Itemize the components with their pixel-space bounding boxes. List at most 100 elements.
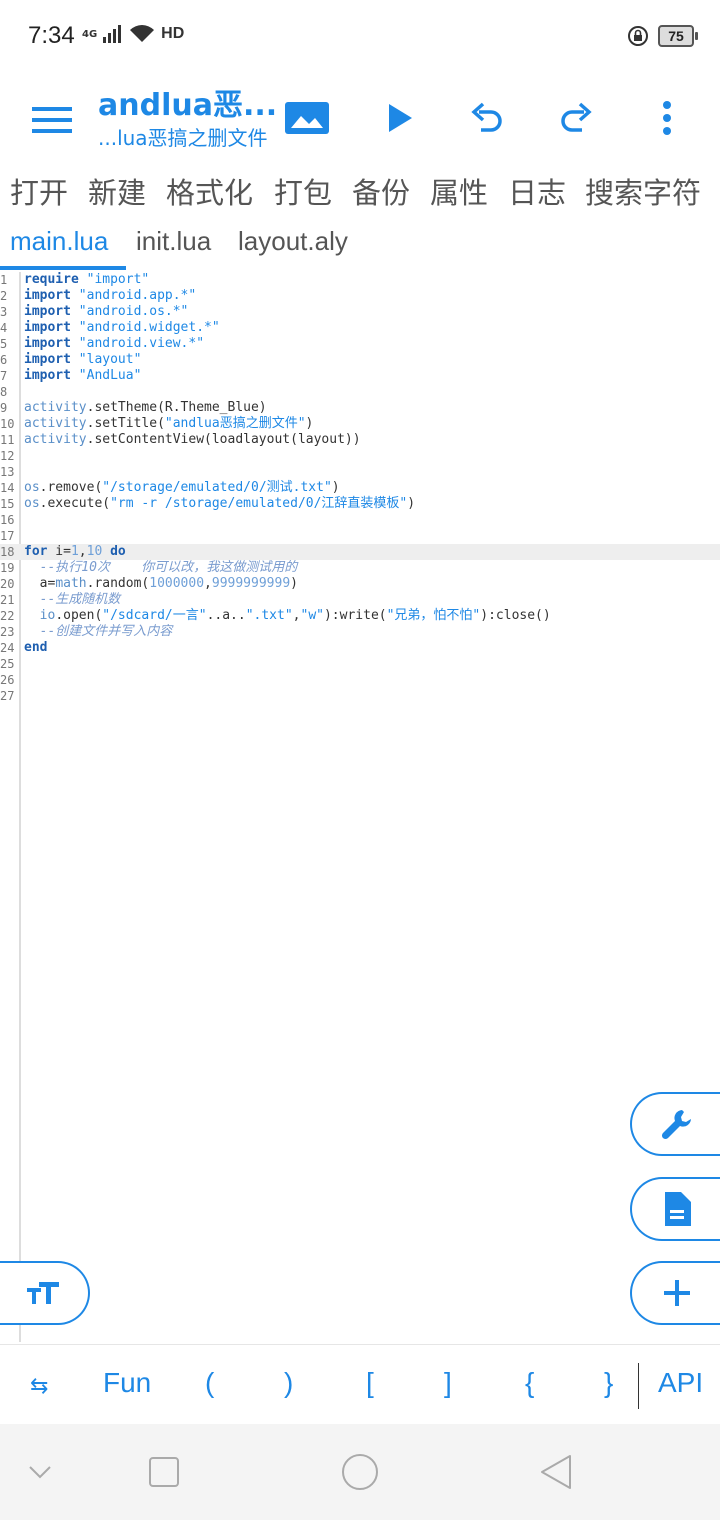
line-number: 14: [0, 481, 15, 495]
code-line[interactable]: 24 end: [0, 640, 720, 656]
code-line[interactable]: 4 import "android.widget.*": [0, 320, 720, 336]
line-code: activity.setContentView(loadlayout(layou…: [24, 432, 361, 447]
line-number: 16: [0, 513, 15, 527]
line-code: import "layout": [24, 352, 142, 367]
system-nav-bar: [0, 1424, 720, 1520]
code-line[interactable]: 15 os.execute("rm -r /storage/emulated/0/…: [0, 496, 720, 512]
code-line[interactable]: 16: [0, 512, 720, 528]
nav-recents-button[interactable]: [144, 1452, 184, 1492]
status-bar: 7:34 4G HD 75: [0, 0, 720, 74]
clock: 7:34: [28, 22, 75, 49]
menu-item-properties[interactable]: 属性: [430, 170, 488, 212]
function-menu: 打开 新建 格式化 打包 备份 属性 日志 搜索字符: [0, 170, 720, 218]
play-icon: [389, 104, 412, 132]
menu-item-pack[interactable]: 打包: [274, 170, 332, 212]
code-line[interactable]: 10 activity.setTitle("andlua恶搞之删文件"): [0, 416, 720, 432]
app-toolbar: andlua恶... ...lua恶搞之删文件: [0, 74, 720, 164]
line-number: 12: [0, 449, 15, 463]
symbol-close-paren[interactable]: ): [284, 1367, 293, 1399]
code-line[interactable]: 2 import "android.app.*": [0, 288, 720, 304]
tab-key-icon[interactable]: ⇆: [30, 1373, 48, 1399]
symbol-open-paren[interactable]: (: [205, 1367, 214, 1399]
active-tab-indicator: [0, 266, 126, 270]
line-code: --生成随机数: [24, 592, 121, 607]
code-line[interactable]: 19 --执行10次 你可以改，我这做测试用的: [0, 560, 720, 576]
code-line[interactable]: 11 activity.setContentView(loadlayout(lay…: [0, 432, 720, 448]
wrench-icon: [661, 1110, 691, 1140]
add-button[interactable]: [630, 1261, 720, 1325]
line-number: 6: [0, 353, 8, 367]
divider: [638, 1363, 639, 1409]
menu-item-open[interactable]: 打开: [10, 170, 68, 212]
code-line[interactable]: 18 for i=1,10 do: [0, 544, 720, 560]
code-line[interactable]: 14 os.remove("/storage/emulated/0/测试.txt"…: [0, 480, 720, 496]
line-number: 4: [0, 321, 8, 335]
undo-button[interactable]: [457, 88, 517, 148]
code-editor[interactable]: 1 require "import" 2 import "android.app.*"…: [0, 272, 720, 1342]
line-code: import "android.app.*": [24, 288, 197, 303]
redo-button[interactable]: [546, 88, 606, 148]
code-line[interactable]: 26: [0, 672, 720, 688]
code-line[interactable]: 23 --创建文件并写入内容: [0, 624, 720, 640]
line-number: 27: [0, 689, 15, 703]
menu-icon: [32, 107, 72, 133]
code-line[interactable]: 17: [0, 528, 720, 544]
more-options-button[interactable]: [637, 88, 697, 148]
tools-button[interactable]: [630, 1092, 720, 1156]
code-line[interactable]: 21 --生成随机数: [0, 592, 720, 608]
menu-item-search[interactable]: 搜索字符: [585, 170, 701, 212]
font-size-button[interactable]: [0, 1261, 90, 1325]
code-line[interactable]: 20 a=math.random(1000000,9999999999): [0, 576, 720, 592]
code-line[interactable]: 5 import "android.view.*": [0, 336, 720, 352]
line-number: 11: [0, 433, 15, 447]
menu-item-log[interactable]: 日志: [508, 170, 566, 212]
menu-button[interactable]: [24, 92, 80, 148]
menu-item-backup[interactable]: 备份: [352, 170, 410, 212]
line-number: 19: [0, 561, 15, 575]
code-line[interactable]: 12: [0, 448, 720, 464]
code-line[interactable]: 7 import "AndLua": [0, 368, 720, 384]
tab-layout-aly[interactable]: layout.aly: [238, 226, 348, 257]
code-line[interactable]: 13: [0, 464, 720, 480]
code-line[interactable]: 1 require "import": [0, 272, 720, 288]
document-button[interactable]: [630, 1177, 720, 1241]
image-button[interactable]: [277, 88, 337, 148]
menu-item-format[interactable]: 格式化: [166, 170, 253, 212]
nav-hide-button[interactable]: [20, 1452, 60, 1492]
line-number: 10: [0, 417, 15, 431]
code-line[interactable]: 25: [0, 656, 720, 672]
nav-back-button[interactable]: [536, 1452, 576, 1492]
back-icon: [541, 1455, 571, 1489]
symbol-close-bracket[interactable]: ]: [444, 1367, 452, 1399]
symbol-open-bracket[interactable]: [: [366, 1367, 374, 1399]
back-chevron-icon: [29, 1466, 51, 1479]
api-button[interactable]: API: [658, 1367, 703, 1399]
signal-icon: [103, 25, 122, 43]
run-button[interactable]: [370, 88, 430, 148]
code-line[interactable]: 3 import "android.os.*": [0, 304, 720, 320]
home-icon: [342, 1454, 378, 1490]
line-number: 13: [0, 465, 15, 479]
line-number: 21: [0, 593, 15, 607]
symbol-fun[interactable]: Fun: [103, 1367, 151, 1399]
code-line[interactable]: 22 io.open("/sdcard/一言"..a..".txt","w"):…: [0, 608, 720, 624]
tab-init-lua[interactable]: init.lua: [136, 226, 211, 257]
line-code: activity.setTheme(R.Theme_Blue): [24, 400, 267, 415]
tab-main-lua[interactable]: main.lua: [10, 226, 108, 257]
line-code: --创建文件并写入内容: [24, 624, 173, 639]
menu-item-new[interactable]: 新建: [88, 170, 146, 212]
nav-home-button[interactable]: [340, 1452, 380, 1492]
symbol-bar: ⇆ Fun ( ) [ ] { } API: [0, 1344, 720, 1425]
code-line[interactable]: 9 activity.setTheme(R.Theme_Blue): [0, 400, 720, 416]
line-number: 2: [0, 289, 8, 303]
line-code: import "android.view.*": [24, 336, 205, 351]
line-number: 24: [0, 641, 15, 655]
line-code: end: [24, 640, 48, 655]
code-line[interactable]: 27: [0, 688, 720, 704]
code-line[interactable]: 8: [0, 384, 720, 400]
line-number: 18: [0, 545, 15, 559]
symbol-open-brace[interactable]: {: [525, 1367, 534, 1399]
plus-icon: [664, 1280, 690, 1306]
symbol-close-brace[interactable]: }: [604, 1367, 613, 1399]
code-line[interactable]: 6 import "layout": [0, 352, 720, 368]
